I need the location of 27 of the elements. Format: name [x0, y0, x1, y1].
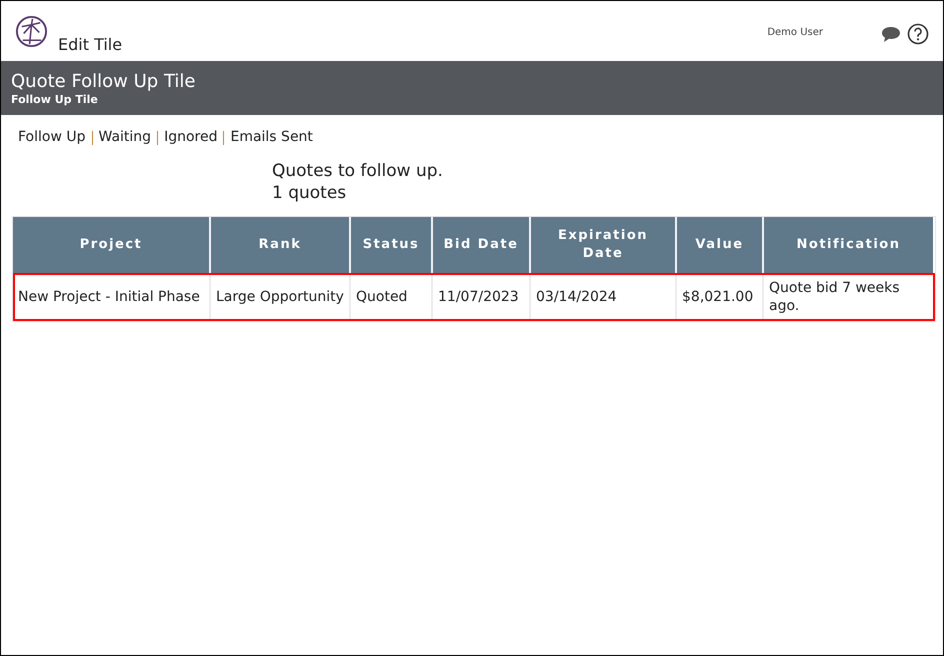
table-cell: Large Opportunity: [209, 275, 349, 319]
tab-link[interactable]: Ignored: [164, 127, 218, 148]
summary-heading: Quotes to follow up.: [272, 160, 444, 182]
column-header: Status: [349, 217, 431, 273]
page-title: Edit Tile: [58, 34, 122, 56]
user-name[interactable]: Demo User: [767, 25, 823, 40]
table-cell: Quoted: [349, 275, 431, 319]
column-header: Rank: [209, 217, 349, 273]
column-header: Bid Date: [431, 217, 529, 273]
table-cell: 11/07/2023: [431, 275, 529, 319]
table-cell: Quote bid 7 weeks ago.: [762, 275, 933, 319]
table-row[interactable]: New Project - Initial Phase Large Opportunity Quoted 11/07/2023 03/14/2024 $8,021.00 Quote bid 7 weeks ago.: [13, 273, 935, 321]
tab-link[interactable]: Emails Sent: [230, 127, 313, 148]
tab-link[interactable]: Follow Up: [18, 127, 86, 148]
column-header: Value: [675, 217, 762, 273]
table-cell: 03/14/2024: [529, 275, 675, 319]
table-cell: $8,021.00: [675, 275, 762, 319]
table-cell-text: New Project - Initial Phase: [17, 288, 201, 307]
banner-subtitle: Follow Up Tile: [11, 93, 99, 106]
help-icon[interactable]: [907, 23, 929, 45]
column-header: Notification: [762, 217, 933, 273]
column-header: Expiration Date: [529, 217, 675, 273]
banner-title: Quote Follow Up Tile: [11, 71, 196, 93]
quote-count: 1 quotes: [272, 182, 348, 204]
chat-icon[interactable]: [881, 25, 901, 43]
tab-link[interactable]: Waiting: [98, 127, 152, 148]
column-header: Project: [13, 217, 209, 273]
